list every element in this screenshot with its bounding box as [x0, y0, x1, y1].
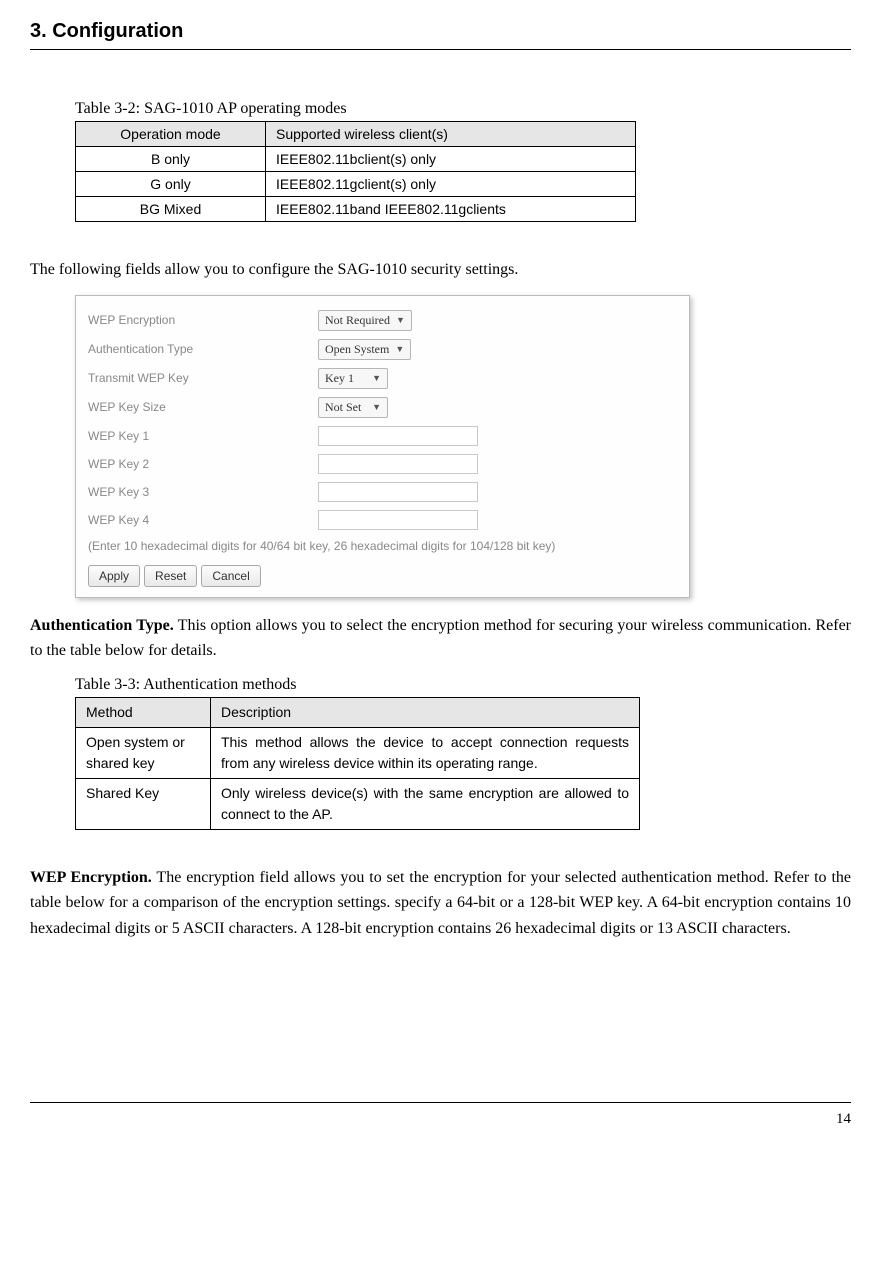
table-row: Shared Key Only wireless device(s) with … [76, 778, 640, 829]
wep-bold: WEP Encryption. [30, 869, 152, 886]
table1-header-0: Operation mode [76, 122, 266, 147]
auth-type-select[interactable]: Open System ▼ [318, 339, 411, 360]
select-value: Key 1 [325, 371, 354, 386]
hex-hint-text: (Enter 10 hexadecimal digits for 40/64 b… [88, 534, 677, 561]
chevron-down-icon: ▼ [395, 344, 404, 354]
wep-key-2-label: WEP Key 2 [88, 457, 318, 471]
select-value: Open System [325, 342, 389, 357]
auth-type-paragraph: Authentication Type. This option allows … [30, 613, 851, 664]
transmit-wep-key-select[interactable]: Key 1 ▼ [318, 368, 388, 389]
auth-methods-table: Method Description Open system or shared… [75, 697, 640, 830]
wep-key-4-label: WEP Key 4 [88, 513, 318, 527]
wep-key-2-input[interactable] [318, 454, 478, 474]
reset-button[interactable]: Reset [144, 565, 197, 587]
operating-modes-table: Operation mode Supported wireless client… [75, 121, 636, 222]
cell: IEEE802.11bclient(s) only [266, 147, 636, 172]
cell: B only [76, 147, 266, 172]
chevron-down-icon: ▼ [372, 402, 381, 412]
wep-key-size-select[interactable]: Not Set ▼ [318, 397, 388, 418]
select-value: Not Set [325, 400, 361, 415]
page-number: 14 [836, 1111, 851, 1127]
wep-key-size-label: WEP Key Size [88, 400, 318, 414]
cell: BG Mixed [76, 197, 266, 222]
cancel-button[interactable]: Cancel [201, 565, 260, 587]
apply-button[interactable]: Apply [88, 565, 140, 587]
wep-key-1-input[interactable] [318, 426, 478, 446]
table-row: B only IEEE802.11bclient(s) only [76, 147, 636, 172]
wep-key-4-input[interactable] [318, 510, 478, 530]
select-value: Not Required [325, 313, 390, 328]
section-heading: 3. Configuration [30, 20, 851, 43]
wep-key-3-input[interactable] [318, 482, 478, 502]
wep-key-1-label: WEP Key 1 [88, 429, 318, 443]
cell: G only [76, 172, 266, 197]
cell: IEEE802.11gclient(s) only [266, 172, 636, 197]
transmit-wep-key-label: Transmit WEP Key [88, 371, 318, 385]
table2-header-0: Method [76, 697, 211, 727]
table-row: BG Mixed IEEE802.11band IEEE802.11gclien… [76, 197, 636, 222]
table-row: Open system or shared key This method al… [76, 727, 640, 778]
table2-header-1: Description [211, 697, 640, 727]
chevron-down-icon: ▼ [372, 373, 381, 383]
auth-type-bold: Authentication Type. [30, 617, 174, 634]
wep-encryption-label: WEP Encryption [88, 313, 318, 327]
wep-key-3-label: WEP Key 3 [88, 485, 318, 499]
cell: Shared Key [76, 778, 211, 829]
wep-encryption-paragraph: WEP Encryption. The encryption field all… [30, 865, 851, 942]
cell: This method allows the device to accept … [211, 727, 640, 778]
cell: IEEE802.11band IEEE802.11gclients [266, 197, 636, 222]
cell: Only wireless device(s) with the same en… [211, 778, 640, 829]
auth-type-label: Authentication Type [88, 342, 318, 356]
intro-paragraph: The following fields allow you to config… [30, 257, 851, 283]
chevron-down-icon: ▼ [396, 315, 405, 325]
table-row: G only IEEE802.11gclient(s) only [76, 172, 636, 197]
security-form-screenshot: WEP Encryption Not Required ▼ Authentica… [75, 295, 690, 598]
wep-encryption-select[interactable]: Not Required ▼ [318, 310, 412, 331]
wep-text: The encryption field allows you to set t… [30, 869, 851, 937]
cell: Open system or shared key [76, 727, 211, 778]
table2-caption: Table 3-3: Authentication methods [75, 676, 851, 694]
table1-header-1: Supported wireless client(s) [266, 122, 636, 147]
table1-caption: Table 3-2: SAG-1010 AP operating modes [75, 100, 851, 118]
